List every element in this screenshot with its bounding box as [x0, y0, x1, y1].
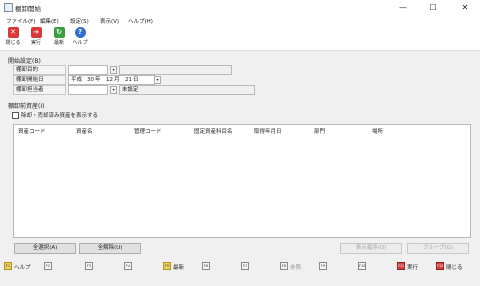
start-settings-title: 開始設定(B) [8, 58, 41, 65]
purpose-dropdown-button[interactable]: ▾ [110, 66, 117, 74]
column-header[interactable]: 資産名 [76, 127, 93, 135]
purpose-name-field [119, 65, 232, 75]
f12-key[interactable]: F12 [436, 262, 444, 270]
column-header[interactable]: 取得年月日 [254, 127, 282, 135]
help-button[interactable]: ? ヘルプ [71, 27, 89, 49]
toolbar: ✕ 閉じる ➔ 実行 ↻ 最新 ? ヘルプ [0, 26, 480, 51]
menu-settings[interactable]: 設定(S) [70, 17, 89, 25]
f3-key[interactable]: F3 [85, 262, 93, 270]
close-icon: ✕ [7, 27, 19, 38]
refresh-icon: ↻ [53, 27, 65, 38]
close-window-button[interactable]: ✕ [450, 0, 480, 15]
f12-label: 閉じる [446, 265, 463, 271]
maximize-button[interactable]: ☐ [418, 0, 448, 15]
close-button[interactable]: ✕ 閉じる [4, 27, 22, 49]
date-day-unit: 日 [133, 77, 139, 83]
date-month: 12 [106, 77, 113, 83]
column-header[interactable]: 場所 [372, 127, 383, 135]
f6-key[interactable]: F6 [202, 262, 210, 270]
arrow-right-icon: ➔ [30, 27, 42, 38]
person-label: 棚卸担当者 [13, 85, 66, 95]
f5-key[interactable]: F5 [163, 262, 171, 270]
date-picker-button[interactable]: ▾ [154, 76, 161, 84]
column-header[interactable]: 部門 [314, 127, 325, 135]
select-all-button[interactable]: 全選択(A) [14, 243, 76, 254]
refresh-button[interactable]: ↻ 最新 [50, 27, 68, 49]
column-header[interactable]: 固定資産科目名 [194, 127, 233, 135]
person-name-field: 未設定 [119, 85, 255, 95]
assets-title: 棚卸前資産(I) [8, 103, 45, 110]
title-bar: 棚卸開始 — ☐ ✕ [0, 0, 480, 15]
execute-button[interactable]: ➔ 実行 [27, 27, 45, 49]
purpose-label: 棚卸目的 [13, 65, 66, 75]
person-code-field[interactable] [68, 85, 108, 95]
menu-help[interactable]: ヘルプ(H) [128, 17, 153, 25]
show-disposed-label: 除却・売却済み資産を表示する [21, 113, 99, 119]
person-value: 未設定 [122, 87, 139, 93]
date-label: 棚卸開始日 [13, 75, 66, 85]
group-button: グループ(G) [407, 243, 469, 254]
f2-key[interactable]: F2 [44, 262, 52, 270]
date-month-unit: 月 [114, 77, 120, 83]
f10-key[interactable]: F10 [358, 262, 366, 270]
function-key-bar: F1 ヘルプ F2 F3 F4 F5 最新 F6 F7 F8 参照 F9 F10… [0, 259, 480, 275]
date-year-unit: 年 [95, 77, 101, 83]
menu-edit[interactable]: 編集(E) [40, 17, 59, 25]
deselect-all-button[interactable]: 全解除(U) [79, 243, 141, 254]
f11-key[interactable]: F11 [397, 262, 405, 270]
menu-bar: ファイル(F) 編集(E) 設定(S) 表示(V) ヘルプ(H) [0, 15, 480, 26]
display-order-button: 表示順序(O) [340, 243, 402, 254]
f11-label: 実行 [407, 265, 419, 271]
f1-key[interactable]: F1 [4, 262, 12, 270]
f7-key[interactable]: F7 [241, 262, 249, 270]
date-field[interactable]: 平成 30 年 12 月 21 日 [68, 75, 155, 85]
window-title: 棚卸開始 [15, 5, 41, 13]
app-icon [4, 3, 13, 12]
f5-label: 最新 [173, 265, 185, 271]
menu-view[interactable]: 表示(V) [100, 17, 119, 25]
date-day: 21 [125, 77, 132, 83]
f1-label: ヘルプ [14, 265, 31, 271]
purpose-code-field[interactable] [68, 65, 108, 75]
show-disposed-checkbox[interactable] [12, 112, 19, 119]
f4-key[interactable]: F4 [124, 262, 132, 270]
date-era: 平成 [71, 77, 83, 83]
column-header[interactable]: 資産コード [18, 127, 46, 135]
menu-file[interactable]: ファイル(F) [6, 17, 35, 25]
person-dropdown-button[interactable]: ▾ [110, 86, 117, 94]
date-year: 30 [87, 77, 94, 83]
minimize-button[interactable]: — [388, 0, 418, 15]
asset-grid[interactable]: 資産コード 資産名 管理コード 固定資産科目名 取得年月日 部門 場所 [13, 124, 471, 238]
f9-key[interactable]: F9 [319, 262, 327, 270]
f8-label: 参照 [290, 265, 302, 271]
column-header[interactable]: 管理コード [134, 127, 162, 135]
f8-key: F8 [280, 262, 288, 270]
help-icon: ? [74, 27, 86, 38]
